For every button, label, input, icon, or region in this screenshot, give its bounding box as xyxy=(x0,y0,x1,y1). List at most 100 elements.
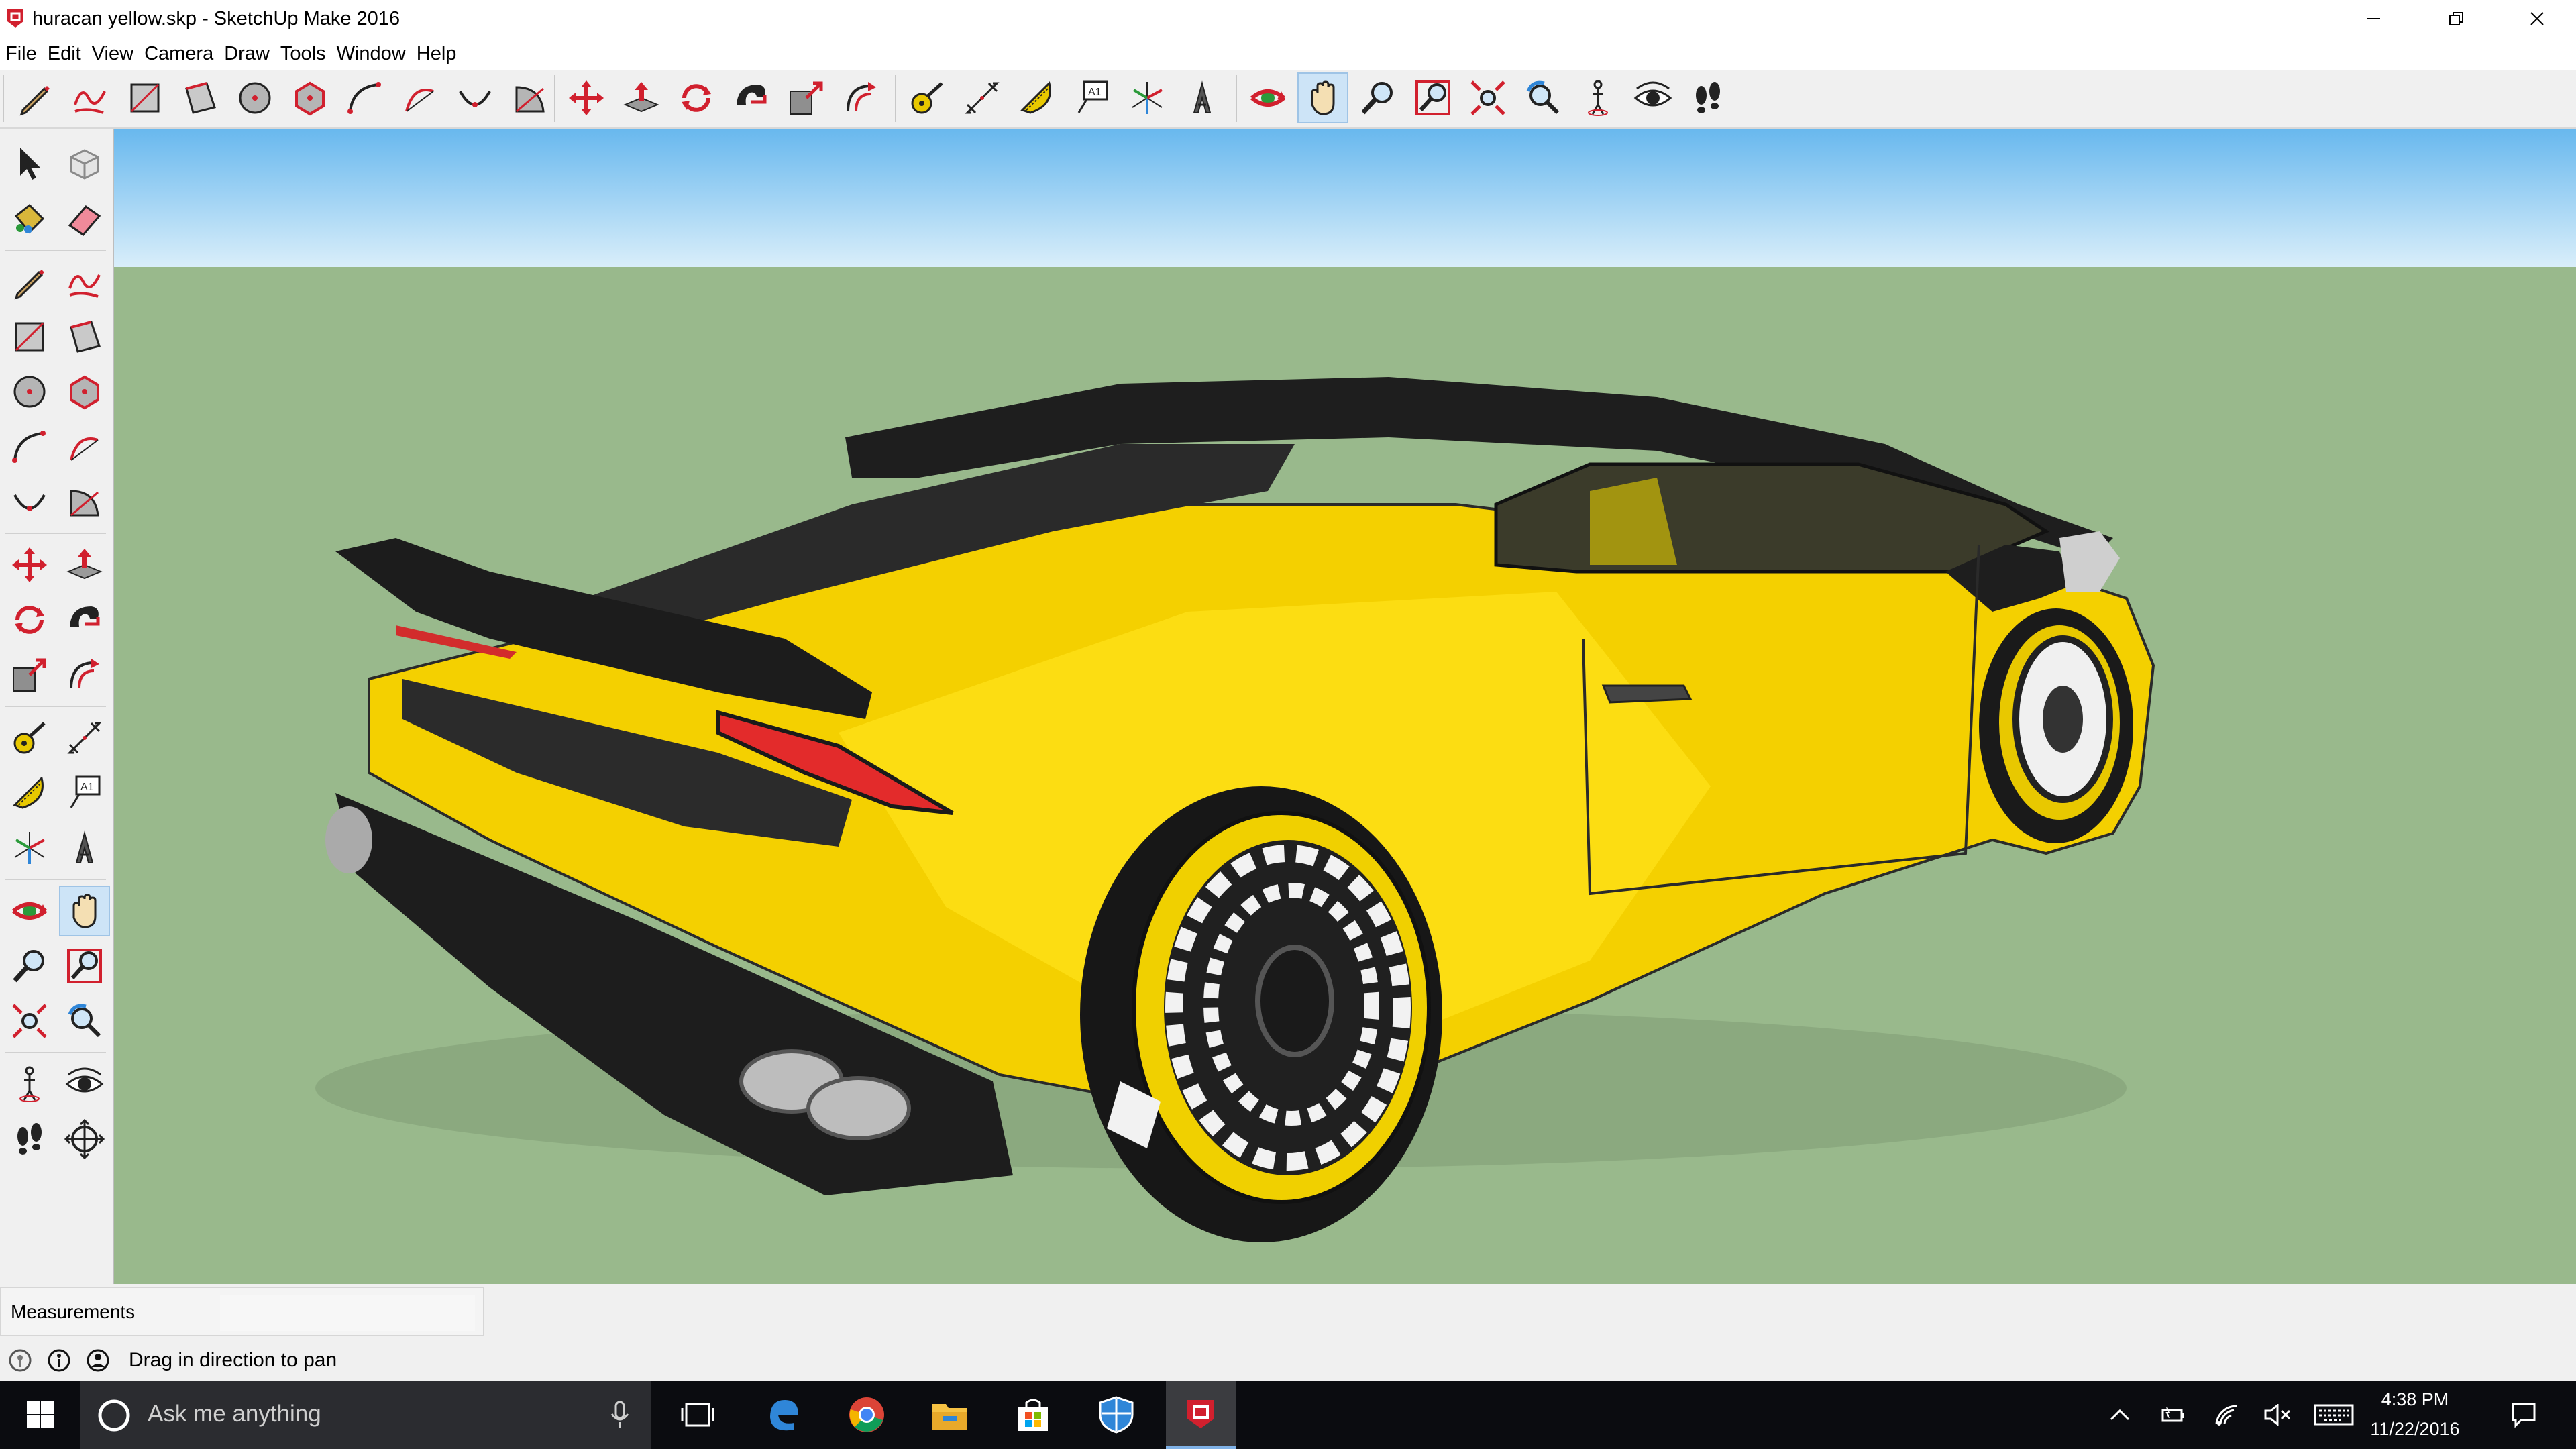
toolbar-grip[interactable] xyxy=(1236,75,1237,122)
pan-tool-button[interactable] xyxy=(1297,72,1348,123)
measurements-input[interactable] xyxy=(220,1295,475,1331)
zoom-extents-tool-button[interactable] xyxy=(1462,72,1513,123)
left-orbit-tool-button[interactable] xyxy=(4,885,55,936)
show-hidden-icons-button[interactable] xyxy=(2100,1381,2140,1449)
previous-view-tool-button[interactable] xyxy=(1517,72,1568,123)
three-point-arc-tool-button[interactable] xyxy=(449,72,500,123)
rotate-tool-button[interactable] xyxy=(671,72,722,123)
push-pull-tool-button[interactable] xyxy=(616,72,667,123)
left-previous-view-tool-button[interactable] xyxy=(59,996,110,1046)
geo-location-icon[interactable] xyxy=(7,1347,34,1374)
model-viewport[interactable] xyxy=(114,129,2576,1284)
minimize-button[interactable] xyxy=(2336,0,2411,38)
orbit-tool-button[interactable] xyxy=(1242,72,1293,123)
close-button[interactable] xyxy=(2500,0,2575,38)
menu-edit[interactable]: Edit xyxy=(42,38,87,70)
search-box[interactable]: Ask me anything xyxy=(80,1381,651,1449)
wifi-button[interactable] xyxy=(2207,1381,2247,1449)
left-offset-tool-button[interactable] xyxy=(59,649,110,700)
3d-text-tool-button[interactable] xyxy=(1177,72,1228,123)
car-model[interactable] xyxy=(114,129,2576,1284)
left-arc-tool-button[interactable] xyxy=(4,421,55,472)
arc-tool-button[interactable] xyxy=(339,72,390,123)
walk-tool-button[interactable] xyxy=(1682,72,1733,123)
start-button[interactable] xyxy=(0,1381,80,1449)
clock[interactable]: 4:38 PM 11/22/2016 xyxy=(2361,1385,2469,1444)
left-pencil-tool-button[interactable] xyxy=(4,256,55,307)
left-dimensions-tool-button[interactable] xyxy=(59,712,110,763)
menu-window[interactable]: Window xyxy=(331,38,411,70)
task-view-button[interactable] xyxy=(664,1381,731,1449)
dimensions-tool-button[interactable] xyxy=(957,72,1008,123)
left-position-camera-tool-button[interactable] xyxy=(4,1059,55,1110)
left-circle-tool-button[interactable] xyxy=(4,366,55,417)
left-select-tool-button[interactable] xyxy=(4,138,55,189)
offset-tool-button[interactable] xyxy=(836,72,887,123)
circle-tool-button[interactable] xyxy=(229,72,280,123)
left-eraser-tool-button[interactable] xyxy=(59,193,110,244)
text-tool-button[interactable]: A1 xyxy=(1067,72,1118,123)
sketchup-taskbar-button[interactable] xyxy=(1166,1381,1236,1449)
left-polygon-tool-button[interactable] xyxy=(59,366,110,417)
toolbar-grip[interactable] xyxy=(895,75,896,122)
power-button[interactable] xyxy=(2153,1381,2194,1449)
pie-tool-button[interactable] xyxy=(504,72,555,123)
look-around-tool-button[interactable] xyxy=(1627,72,1678,123)
left-two-point-arc-tool-button[interactable] xyxy=(59,421,110,472)
left-pie-tool-button[interactable] xyxy=(59,476,110,527)
left-axes-tool-button[interactable] xyxy=(4,822,55,873)
position-camera-tool-button[interactable] xyxy=(1572,72,1623,123)
left-freehand-tool-button[interactable] xyxy=(59,256,110,307)
left-make-component-tool-button[interactable] xyxy=(59,138,110,189)
left-push-pull-tool-button[interactable] xyxy=(59,539,110,590)
file-explorer-button[interactable] xyxy=(916,1381,983,1449)
left-zoom-window-tool-button[interactable] xyxy=(59,941,110,991)
store-button[interactable] xyxy=(1000,1381,1067,1449)
volume-button[interactable] xyxy=(2258,1381,2298,1449)
toolbar-grip[interactable] xyxy=(3,75,4,122)
left-walk-tool-button[interactable] xyxy=(4,1114,55,1165)
microphone-icon[interactable] xyxy=(609,1401,631,1429)
restore-button[interactable] xyxy=(2419,0,2494,38)
menu-view[interactable]: View xyxy=(87,38,139,70)
left-protractor-tool-button[interactable] xyxy=(4,767,55,818)
tape-measure-tool-button[interactable] xyxy=(902,72,953,123)
left-section-plane-tool-button[interactable] xyxy=(59,1114,110,1165)
keyboard-button[interactable] xyxy=(2310,1381,2357,1449)
action-center-button[interactable] xyxy=(2497,1381,2551,1449)
zoom-window-tool-button[interactable] xyxy=(1407,72,1458,123)
edge-button[interactable] xyxy=(750,1381,817,1449)
rotated-rectangle-tool-button[interactable] xyxy=(174,72,225,123)
scale-tool-button[interactable] xyxy=(781,72,832,123)
axes-tool-button[interactable] xyxy=(1122,72,1173,123)
user-icon[interactable] xyxy=(85,1347,111,1374)
left-3d-text-tool-button[interactable] xyxy=(59,822,110,873)
zoom-tool-button[interactable] xyxy=(1352,72,1403,123)
two-point-arc-tool-button[interactable] xyxy=(394,72,445,123)
left-scale-tool-button[interactable] xyxy=(4,649,55,700)
menu-file[interactable]: File xyxy=(0,38,42,70)
left-rectangle-tool-button[interactable] xyxy=(4,311,55,362)
left-follow-me-tool-button[interactable] xyxy=(59,594,110,645)
polygon-tool-button[interactable] xyxy=(284,72,335,123)
follow-me-tool-button[interactable] xyxy=(726,72,777,123)
menu-tools[interactable]: Tools xyxy=(275,38,331,70)
left-zoom-extents-tool-button[interactable] xyxy=(4,996,55,1046)
security-button[interactable] xyxy=(1083,1381,1150,1449)
left-three-point-arc-tool-button[interactable] xyxy=(4,476,55,527)
left-move-tool-button[interactable] xyxy=(4,539,55,590)
chrome-button[interactable] xyxy=(833,1381,900,1449)
pencil-tool-button[interactable] xyxy=(9,72,60,123)
left-rotated-rectangle-tool-button[interactable] xyxy=(59,311,110,362)
left-text-tool-button[interactable]: A1 xyxy=(59,767,110,818)
left-rotate-tool-button[interactable] xyxy=(4,594,55,645)
credits-icon[interactable] xyxy=(46,1347,72,1374)
menu-camera[interactable]: Camera xyxy=(139,38,219,70)
left-pan-tool-button[interactable] xyxy=(59,885,110,936)
toolbar-grip[interactable] xyxy=(554,75,555,122)
left-paint-bucket-tool-button[interactable] xyxy=(4,193,55,244)
freehand-tool-button[interactable] xyxy=(64,72,115,123)
move-tool-button[interactable] xyxy=(561,72,612,123)
left-zoom-tool-button[interactable] xyxy=(4,941,55,991)
protractor-tool-button[interactable] xyxy=(1012,72,1063,123)
